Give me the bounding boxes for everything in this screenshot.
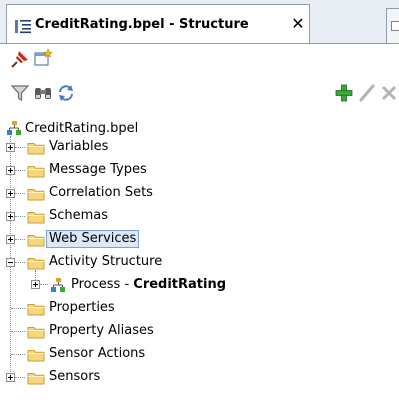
- expand-icon[interactable]: [6, 373, 15, 382]
- folder-icon: [27, 212, 45, 224]
- tree-branch-line: [15, 216, 25, 217]
- tree-branch-line: [11, 354, 25, 355]
- tree-item-properties[interactable]: Properties: [47, 299, 117, 317]
- new-view-icon[interactable]: [33, 48, 53, 68]
- expand-icon[interactable]: [6, 166, 15, 175]
- tree-branch-line: [11, 331, 25, 332]
- delete-icon[interactable]: [379, 83, 399, 103]
- collapse-icon[interactable]: [6, 258, 15, 267]
- process-icon: [51, 278, 65, 292]
- bpel-process-icon: [7, 121, 21, 135]
- expand-icon[interactable]: [6, 143, 15, 152]
- tree-item-message-types[interactable]: Message Types: [47, 161, 149, 179]
- tree-root-label[interactable]: CreditRating.bpel: [23, 120, 140, 138]
- sync-icon[interactable]: [56, 83, 76, 103]
- structure-tree: CreditRating.bpel Variables Message Type…: [0, 114, 399, 404]
- process-name: CreditRating: [133, 277, 227, 292]
- tree-branch-line: [15, 262, 25, 263]
- tree-item-correlation-sets[interactable]: Correlation Sets: [47, 184, 155, 202]
- pin-icon[interactable]: [10, 49, 30, 69]
- folder-icon: [27, 258, 45, 270]
- tree-item-process[interactable]: Process - CreditRating: [69, 276, 228, 294]
- tree-item-property-aliases[interactable]: Property Aliases: [47, 322, 156, 340]
- tab-structure[interactable]: CreditRating.bpel - Structure ✕: [6, 4, 310, 44]
- tree-item-sensor-actions[interactable]: Sensor Actions: [47, 345, 147, 363]
- tree-item-schemas[interactable]: Schemas: [47, 207, 110, 225]
- tab-title: CreditRating.bpel - Structure: [35, 17, 249, 32]
- expand-icon[interactable]: [31, 280, 40, 289]
- expand-icon[interactable]: [6, 235, 15, 244]
- tab-strip: CreditRating.bpel - Structure ✕: [0, 0, 399, 44]
- toolbar-secondary: [0, 74, 399, 114]
- tree-branch-line: [15, 170, 25, 171]
- tree-branch-line: [11, 308, 25, 309]
- tree-branch-line: [15, 377, 25, 378]
- tree-branch-line: [15, 193, 25, 194]
- toolbar-primary: [0, 44, 399, 74]
- folder-icon: [27, 189, 45, 201]
- expand-icon[interactable]: [6, 212, 15, 221]
- expand-icon[interactable]: [6, 189, 15, 198]
- folder-icon: [27, 304, 45, 316]
- folder-icon: [27, 373, 45, 385]
- structure-panel: CreditRating.bpel - Structure ✕ CreditRa…: [0, 0, 399, 404]
- folder-icon: [27, 143, 45, 155]
- structure-icon: [15, 20, 31, 34]
- process-prefix: Process -: [71, 277, 134, 292]
- filter-icon[interactable]: [10, 83, 30, 103]
- tree-branch-line: [40, 284, 48, 285]
- add-icon[interactable]: [334, 83, 354, 103]
- tree-item-web-services[interactable]: Web Services: [46, 230, 140, 248]
- tree-branch-line: [15, 239, 25, 240]
- folder-icon: [27, 235, 45, 247]
- folder-icon: [27, 350, 45, 362]
- window-icon: [391, 21, 399, 31]
- tree-item-sensors[interactable]: Sensors: [47, 368, 102, 386]
- tree-branch-line: [15, 147, 25, 148]
- tree-item-activity-structure[interactable]: Activity Structure: [47, 253, 164, 271]
- binoculars-icon[interactable]: [33, 83, 53, 103]
- folder-icon: [27, 166, 45, 178]
- close-icon[interactable]: ✕: [290, 15, 306, 33]
- edit-icon[interactable]: [357, 83, 377, 103]
- folder-icon: [27, 327, 45, 339]
- tree-item-variables[interactable]: Variables: [47, 138, 110, 156]
- tab-minimized[interactable]: [386, 8, 399, 44]
